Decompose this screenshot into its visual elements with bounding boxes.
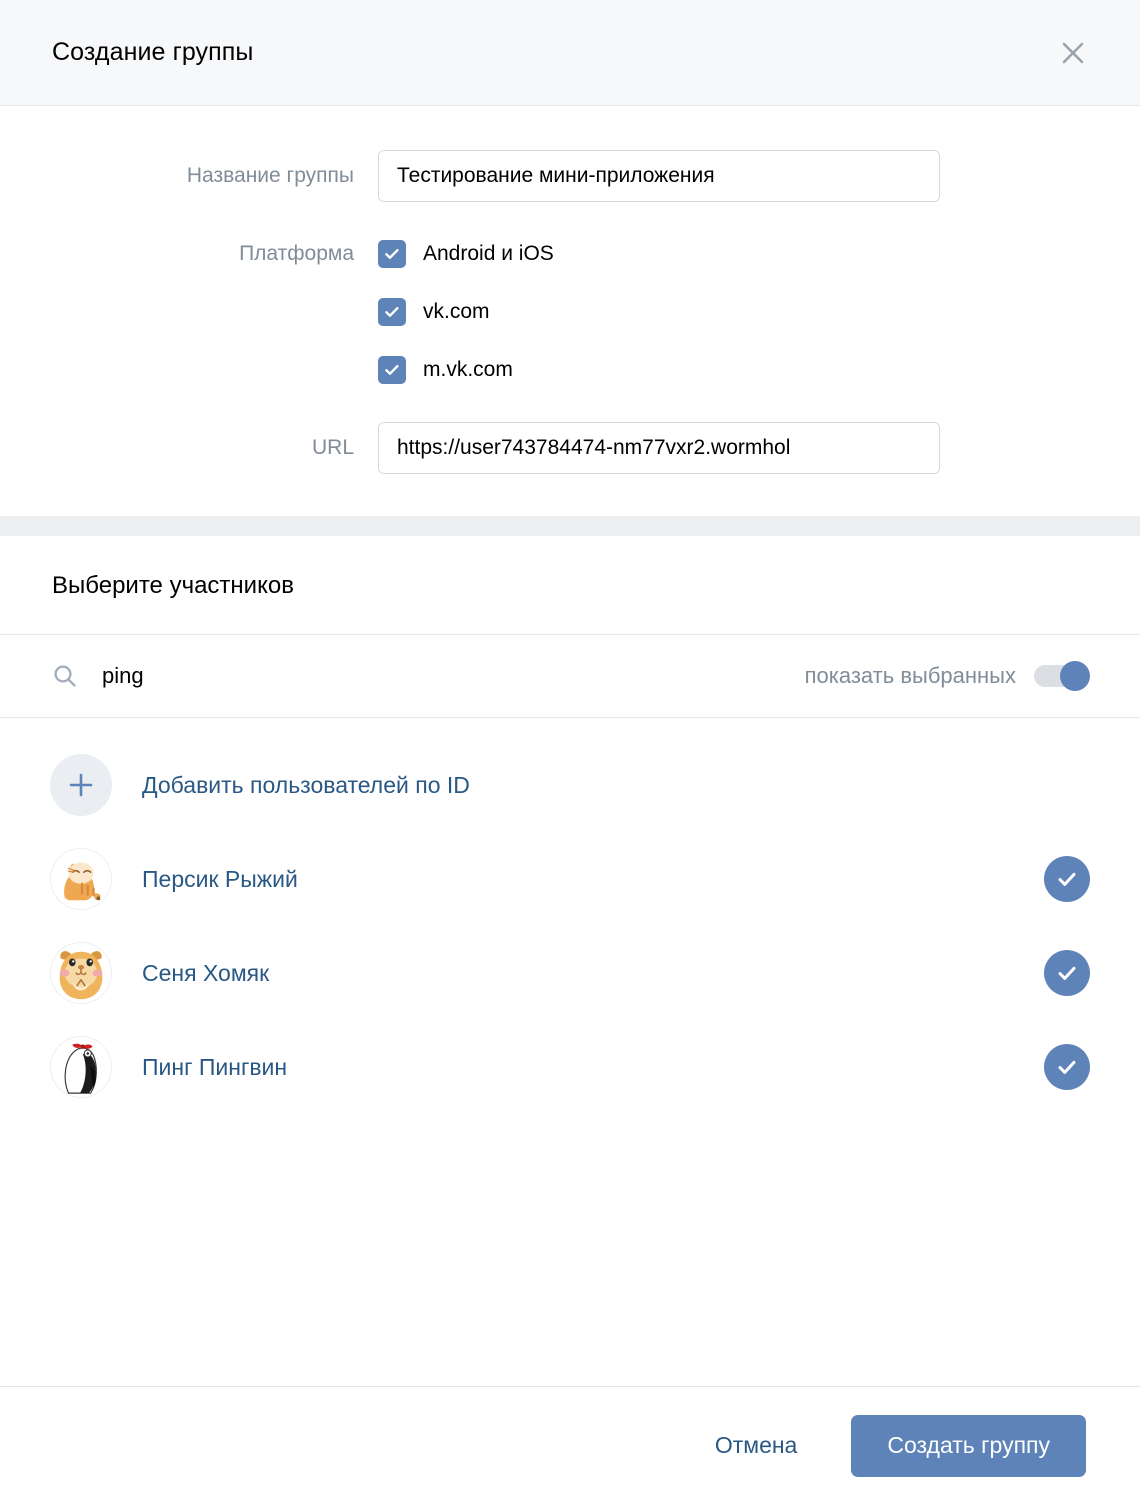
- member-search-row: показать выбранных: [0, 634, 1140, 718]
- close-icon[interactable]: [1056, 36, 1090, 70]
- penguin-avatar: [50, 1036, 112, 1098]
- platform-option-label: vk.com: [423, 300, 490, 323]
- platform-option-mvkcom[interactable]: m.vk.com: [378, 344, 1140, 396]
- member-selected-check-icon[interactable]: [1044, 1044, 1090, 1090]
- url-input[interactable]: [378, 422, 940, 474]
- platform-label: Платформа: [239, 242, 354, 265]
- members-title: Выберите участников: [52, 572, 294, 599]
- platform-option-label: Android и iOS: [423, 242, 554, 265]
- url-label: URL: [311, 436, 354, 459]
- group-name-label: Название группы: [186, 164, 354, 187]
- member-selected-check-icon[interactable]: [1044, 856, 1090, 902]
- dialog-header: Создание группы: [0, 0, 1140, 106]
- member-name: Персик Рыжий: [142, 865, 298, 892]
- members-section-header: Выберите участников: [0, 536, 1140, 634]
- member-name: Сеня Хомяк: [142, 959, 270, 986]
- search-input[interactable]: [100, 656, 805, 696]
- checkbox-checked-icon[interactable]: [378, 356, 406, 384]
- list-empty-space: [0, 1114, 1140, 1386]
- page-title: Создание группы: [52, 38, 254, 66]
- list-item[interactable]: Пинг Пингвин: [0, 1020, 1140, 1114]
- toggle-knob: [1060, 661, 1090, 691]
- dialog-footer: Отмена Создать группу: [0, 1386, 1140, 1504]
- platform-row: Платформа Android и iOS vk.com m.vk.com: [0, 228, 1140, 396]
- group-settings-form: Название группы Платформа Android и iOS: [0, 106, 1140, 516]
- member-selected-check-icon[interactable]: [1044, 950, 1090, 996]
- add-users-by-id-row[interactable]: Добавить пользователей по ID: [0, 738, 1140, 832]
- plus-icon: [50, 754, 112, 816]
- checkbox-checked-icon[interactable]: [378, 240, 406, 268]
- add-users-by-id-label: Добавить пользователей по ID: [142, 771, 470, 798]
- member-name: Пинг Пингвин: [142, 1053, 288, 1080]
- create-group-dialog: Создание группы Название группы Платформ…: [0, 0, 1140, 1504]
- members-list: Добавить пользователей по ID Персик Рыжи…: [0, 718, 1140, 1114]
- list-item[interactable]: Сеня Хомяк: [0, 926, 1140, 1020]
- create-group-button[interactable]: Создать группу: [851, 1414, 1086, 1477]
- hamster-avatar: [50, 942, 112, 1004]
- search-icon: [52, 663, 78, 689]
- group-name-input[interactable]: [378, 150, 940, 202]
- show-selected-label: показать выбранных: [804, 663, 1016, 688]
- list-item[interactable]: Персик Рыжий: [0, 832, 1140, 926]
- show-selected-toggle-group[interactable]: показать выбранных: [805, 661, 1090, 691]
- platform-option-label: m.vk.com: [423, 358, 513, 381]
- cancel-button[interactable]: Отмена: [701, 1422, 812, 1469]
- url-row: URL: [0, 422, 1140, 474]
- platform-option-vkcom[interactable]: vk.com: [378, 286, 1140, 338]
- group-name-row: Название группы: [0, 150, 1140, 202]
- show-selected-toggle[interactable]: [1034, 661, 1090, 691]
- platform-option-android-ios[interactable]: Android и iOS: [378, 228, 1140, 280]
- section-divider-band: [0, 516, 1140, 536]
- cat-avatar: [50, 848, 112, 910]
- checkbox-checked-icon[interactable]: [378, 298, 406, 326]
